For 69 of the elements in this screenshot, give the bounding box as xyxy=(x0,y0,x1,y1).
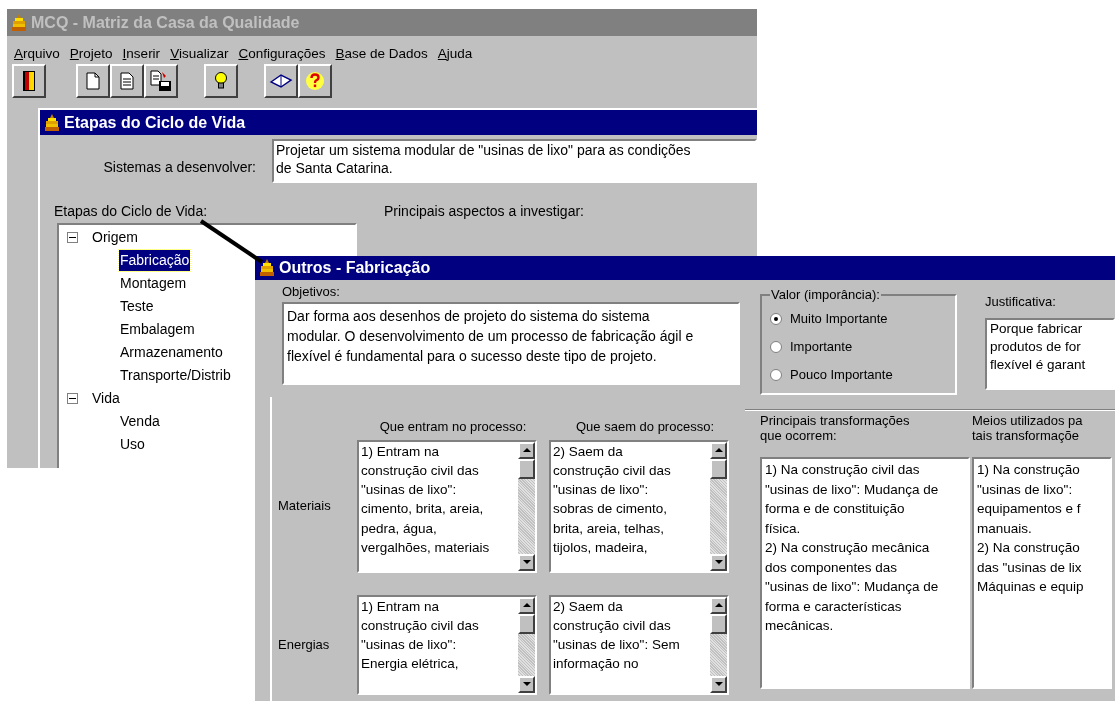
aspects-label: Principais aspectos a investigar: xyxy=(383,202,584,222)
column-header: Que entram no processo: xyxy=(378,418,528,436)
objectives-label: Objetivos: xyxy=(282,284,341,300)
help-button[interactable] xyxy=(298,64,332,99)
tree-item[interactable]: Uso xyxy=(119,434,146,456)
text-area[interactable]: 1) Entram na construção civil das "usinas de lixo": Energia elétrica, xyxy=(357,594,537,695)
tip-button[interactable] xyxy=(204,64,238,99)
radio-button[interactable] xyxy=(770,368,782,381)
group-label: Valor (imporância): xyxy=(770,286,881,304)
save-button[interactable] xyxy=(144,64,178,99)
app-icon xyxy=(259,259,275,277)
text-area[interactable]: 1) Entram na construção civil das "usinas de lixo": cimento, brita, areia, pedra, água, vergalhões, materiais xyxy=(357,439,537,573)
field-label: Sistemas a desenvolver: xyxy=(102,158,257,178)
column-header: Que saem do processo: xyxy=(575,418,715,436)
radio-option[interactable]: Pouco Importante xyxy=(770,360,955,389)
scrollbar[interactable] xyxy=(710,596,727,693)
tree-item[interactable]: Embalagem xyxy=(119,319,196,341)
tree-label: Etapas do Ciclo de Vida: xyxy=(54,203,208,220)
transformations-field[interactable]: 1) Na construção civil das "usinas de lixo": Mudança de forma e de constituição física. 2) Na construção mecânica dos componentes das "usinas de lixo": Mudança de forma e características mecânicas. xyxy=(760,457,970,689)
open-button[interactable] xyxy=(110,64,144,99)
tree-item[interactable]: Origem xyxy=(91,227,139,249)
radio-button[interactable] xyxy=(770,340,782,353)
manual-button[interactable] xyxy=(264,64,298,99)
text-area[interactable]: 2) Saem da construção civil das "usinas de lixo": sobras de cimento, brita, areia, telhas, tijolos, madeira, xyxy=(549,439,729,573)
objectives-field[interactable]: Dar forma aos desenhos de projeto do sistema do sistema modular. O desenvolvimento de um processo de fabricação ágil e flexível é fundamental para o sucesso deste tipo de projeto. xyxy=(282,302,740,385)
radio-button[interactable] xyxy=(770,312,782,325)
menu-item[interactable]: Configurações xyxy=(238,44,326,65)
collapse-toggle[interactable] xyxy=(67,232,78,244)
menu-item[interactable]: Inserir xyxy=(122,44,161,65)
tree-item[interactable]: Vida xyxy=(91,388,121,410)
document-lines-icon xyxy=(120,72,134,91)
tree-item[interactable]: Armazenamento xyxy=(119,342,224,364)
menu-item[interactable]: Base de Dados xyxy=(335,44,428,65)
row-label: Energias xyxy=(277,635,331,654)
system-field[interactable]: Projetar um sistema modular de "usinas de lixo" para as condições de Santa Catarina. xyxy=(272,139,757,184)
scrollbar[interactable] xyxy=(710,441,727,571)
row-label: Materiais xyxy=(277,497,332,516)
new-button[interactable] xyxy=(76,64,110,99)
exit-button[interactable] xyxy=(12,64,46,99)
justification-field[interactable]: Porque fabricar produtos de for flexível é garant xyxy=(985,317,1115,390)
transformations-label: Principais transformações que ocorrem: xyxy=(760,413,911,443)
menu-item[interactable]: Arquivo xyxy=(14,44,60,65)
collapse-toggle[interactable] xyxy=(67,393,78,405)
means-label: Meios utilizados pa tais transformaçõe xyxy=(972,413,1084,443)
scrollbar[interactable] xyxy=(518,596,535,693)
text-area[interactable]: 2) Saem da construção civil das "usinas de lixo": Sem informação no xyxy=(549,594,729,695)
radio-option[interactable]: Importante xyxy=(770,332,955,361)
document-save-icon xyxy=(150,70,172,93)
tree-item[interactable]: Montagem xyxy=(119,273,188,295)
menu-item[interactable]: Projeto xyxy=(69,44,113,65)
menu-item[interactable]: Visualizar xyxy=(170,44,229,65)
window-title: MCQ - Matriz da Casa da Qualidade xyxy=(31,12,300,33)
menu-item[interactable]: Ajuda xyxy=(437,44,473,65)
scrollbar[interactable] xyxy=(518,441,535,571)
tree-item[interactable]: Teste xyxy=(119,296,155,318)
help-icon xyxy=(305,71,325,92)
radio-option[interactable]: Muito Importante xyxy=(770,304,955,333)
lightbulb-icon xyxy=(214,71,228,92)
document-icon xyxy=(86,72,100,91)
tree-item[interactable]: Fabricação xyxy=(119,250,191,272)
means-field[interactable]: 1) Na construção "usinas de lixo": equipamentos e f manuais. 2) Na construção das "usinas de lix Máquinas e equip xyxy=(972,457,1112,689)
app-icon xyxy=(11,13,27,32)
window-title: Etapas do Ciclo de Vida xyxy=(64,112,246,133)
tree-item[interactable]: Venda xyxy=(119,411,161,433)
door-icon xyxy=(22,70,36,93)
justification-label: Justificativa: xyxy=(985,293,1057,311)
app-icon xyxy=(44,113,60,132)
connector-line xyxy=(199,219,264,264)
tree-item[interactable]: Transporte/Distrib xyxy=(119,365,232,387)
